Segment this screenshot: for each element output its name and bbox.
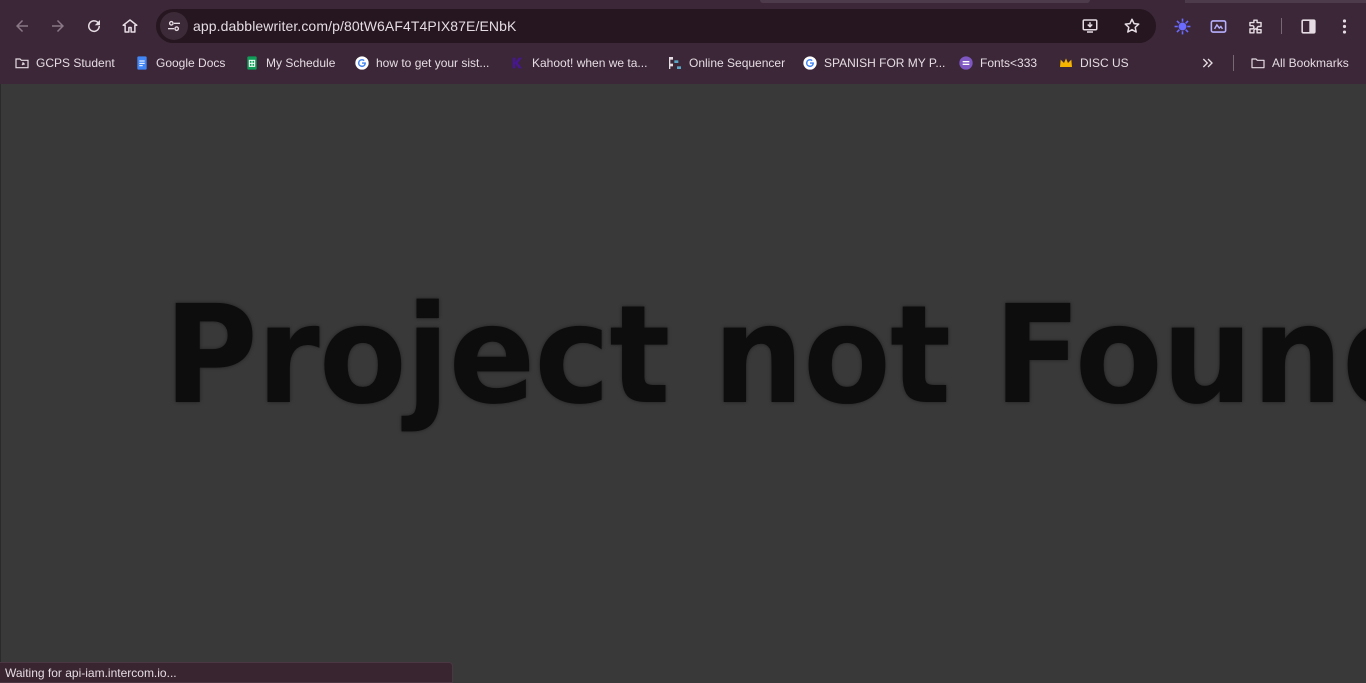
more-vert-icon [1342, 18, 1346, 34]
site-info-button[interactable] [160, 12, 188, 40]
fonts-icon [958, 55, 974, 71]
chevron-double-right-icon [1200, 55, 1216, 71]
folder-icon [1250, 55, 1266, 71]
status-bubble: Waiting for api-iam.intercom.io... [0, 662, 453, 683]
bookmark-label: Fonts<333 [980, 56, 1038, 70]
bookmark-google-search-2[interactable]: SPANISH FOR MY P... [802, 50, 945, 76]
star-icon [1124, 18, 1140, 33]
google-docs-icon [134, 55, 150, 71]
install-app-icon [1082, 19, 1098, 33]
bookmarks-bar: GCPS Student Google Docs My Schedule how… [0, 50, 1366, 76]
bookmark-disc-us[interactable]: DISC US [1058, 50, 1129, 76]
bookmark-label: Google Docs [156, 56, 226, 70]
arrow-left-icon [16, 20, 28, 32]
kahoot-icon [510, 55, 526, 71]
reload-icon [88, 20, 101, 33]
crown-icon [1058, 55, 1074, 71]
bookmark-kahoot[interactable]: Kahoot! when we ta... [510, 50, 647, 76]
extension-button-2[interactable] [1205, 13, 1231, 39]
bookmark-my-schedule[interactable]: My Schedule [244, 50, 335, 76]
bookmark-label: Online Sequencer [689, 56, 786, 70]
side-panel-icon [1300, 18, 1316, 34]
google-icon [354, 55, 370, 71]
forward-button[interactable] [42, 10, 74, 42]
bookmark-star-button[interactable] [1120, 14, 1144, 38]
folder-shortcut-icon [14, 55, 30, 71]
page-content: Project not Found [0, 84, 1366, 683]
back-button[interactable] [6, 10, 38, 42]
page-title: Project not Found [164, 277, 1366, 435]
sparkle-extension-icon [1174, 18, 1190, 34]
bookmark-label: My Schedule [266, 56, 336, 70]
arrow-right-icon [52, 20, 64, 32]
address-bar[interactable]: app.dabblewriter.com/p/80tW6AF4T4PIX87E/… [156, 9, 1156, 43]
bookmark-gcps-student[interactable]: GCPS Student [14, 50, 115, 76]
reload-button[interactable] [78, 10, 110, 42]
bookmarks-divider [1233, 55, 1234, 71]
bookmark-google-search-1[interactable]: how to get your sist... [354, 50, 489, 76]
tune-icon [168, 20, 180, 32]
bookmark-label: SPANISH FOR MY P... [824, 56, 946, 70]
bookmark-google-docs[interactable]: Google Docs [134, 50, 225, 76]
sequencer-icon [667, 55, 683, 71]
google-icon [802, 55, 818, 71]
toolbar-divider [1281, 18, 1282, 34]
tab-strip-edge-right [1185, 0, 1366, 3]
url-text[interactable]: app.dabblewriter.com/p/80tW6AF4T4PIX87E/… [193, 9, 516, 43]
bookmark-label: Kahoot! when we ta... [532, 56, 648, 70]
home-icon [122, 19, 138, 33]
tab-strip-edge [760, 0, 1090, 3]
side-panel-button[interactable] [1295, 13, 1321, 39]
bookmark-label: how to get your sist... [376, 56, 490, 70]
bookmark-label: GCPS Student [36, 56, 115, 70]
bookmark-fonts[interactable]: Fonts<333 [958, 50, 1037, 76]
extensions-button[interactable] [1242, 13, 1268, 39]
all-bookmarks-label: All Bookmarks [1272, 56, 1349, 70]
bookmark-online-sequencer[interactable]: Online Sequencer [667, 50, 785, 76]
all-bookmarks-button[interactable]: All Bookmarks [1250, 50, 1349, 76]
browser-frame: app.dabblewriter.com/p/80tW6AF4T4PIX87E/… [0, 0, 1366, 84]
more-bookmarks-button[interactable] [1200, 50, 1222, 76]
home-button[interactable] [114, 10, 146, 42]
browser-toolbar: app.dabblewriter.com/p/80tW6AF4T4PIX87E/… [0, 4, 1366, 48]
extension-button-1[interactable] [1169, 13, 1195, 39]
puzzle-icon [1248, 18, 1262, 34]
browser-menu-button[interactable] [1331, 13, 1357, 39]
reader-extension-icon [1210, 19, 1226, 33]
bookmark-label: DISC US [1080, 56, 1129, 70]
google-sheets-icon [244, 55, 260, 71]
install-app-button[interactable] [1078, 14, 1102, 38]
